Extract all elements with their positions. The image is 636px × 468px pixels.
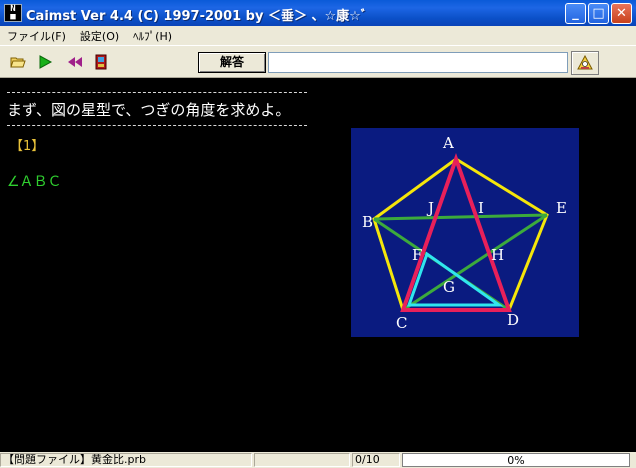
label-i: I	[478, 199, 484, 217]
label-d: D	[507, 311, 519, 329]
label-e: E	[556, 199, 567, 217]
label-f: F	[412, 246, 422, 264]
minimize-button[interactable]: _	[565, 3, 586, 24]
status-file: 【問題ファイル】黄金比.prb	[0, 453, 252, 467]
progress-text: 0%	[507, 454, 525, 467]
status-bar: 【問題ファイル】黄金比.prb 0/10 0%	[0, 452, 636, 468]
star-figure: A B C D E F G H I J	[351, 128, 579, 337]
label-b: B	[362, 213, 373, 231]
divider-top	[7, 92, 307, 93]
maximize-icon: □	[592, 6, 605, 21]
label-c: C	[396, 314, 407, 332]
open-folder-icon[interactable]	[10, 54, 26, 70]
close-icon: ✕	[616, 6, 627, 21]
question-text: まず、図の星型で、つぎの角度を求めよ。	[7, 101, 291, 119]
label-j: J	[426, 199, 434, 217]
app-icon[interactable]: N ■	[4, 4, 22, 22]
play-icon[interactable]	[37, 54, 53, 70]
menu-help[interactable]: ﾍﾙﾌﾟ(H)	[126, 28, 179, 44]
divider-bottom	[7, 125, 307, 126]
label-h: H	[491, 246, 504, 264]
answer-input[interactable]	[268, 52, 568, 73]
status-count: 0/10	[352, 453, 400, 467]
close-button[interactable]: ✕	[611, 3, 632, 24]
window-title: Caimst Ver 4.4 (C) 1997-2001 by ＜垂＞ 、☆康☆…	[26, 9, 368, 24]
label-a: A	[442, 134, 454, 152]
star-diagram: A B C D E F G H I J	[362, 134, 567, 332]
progress-bar: 0%	[402, 453, 630, 467]
pentagon-outline	[372, 157, 549, 312]
status-blank	[254, 453, 350, 467]
angle-expression: ∠ＡＢＣ	[7, 174, 62, 190]
rewind-icon[interactable]	[67, 54, 83, 70]
title-bar[interactable]: N ■ Caimst Ver 4.4 (C) 1997-2001 by ＜垂＞ 、…	[0, 0, 636, 26]
maximize-button[interactable]: □	[588, 3, 609, 24]
exit-door-icon[interactable]	[93, 54, 109, 70]
label-g: G	[443, 278, 455, 296]
menu-bar: ファイル(F) 設定(O) ﾍﾙﾌﾟ(H)	[0, 26, 636, 45]
answer-button[interactable]: 解答	[198, 52, 266, 73]
menu-settings[interactable]: 設定(O)	[73, 28, 126, 44]
hint-button[interactable]	[571, 51, 599, 75]
main-area: まず、図の星型で、つぎの角度を求めよ。 【1】 ∠ＡＢＣ A B C D E F…	[0, 79, 636, 452]
toolbar: 解答	[0, 45, 636, 78]
hint-icon	[577, 55, 593, 70]
question-number: 【1】	[10, 139, 45, 154]
menu-file[interactable]: ファイル(F)	[0, 28, 73, 44]
minimize-icon: _	[572, 6, 579, 21]
